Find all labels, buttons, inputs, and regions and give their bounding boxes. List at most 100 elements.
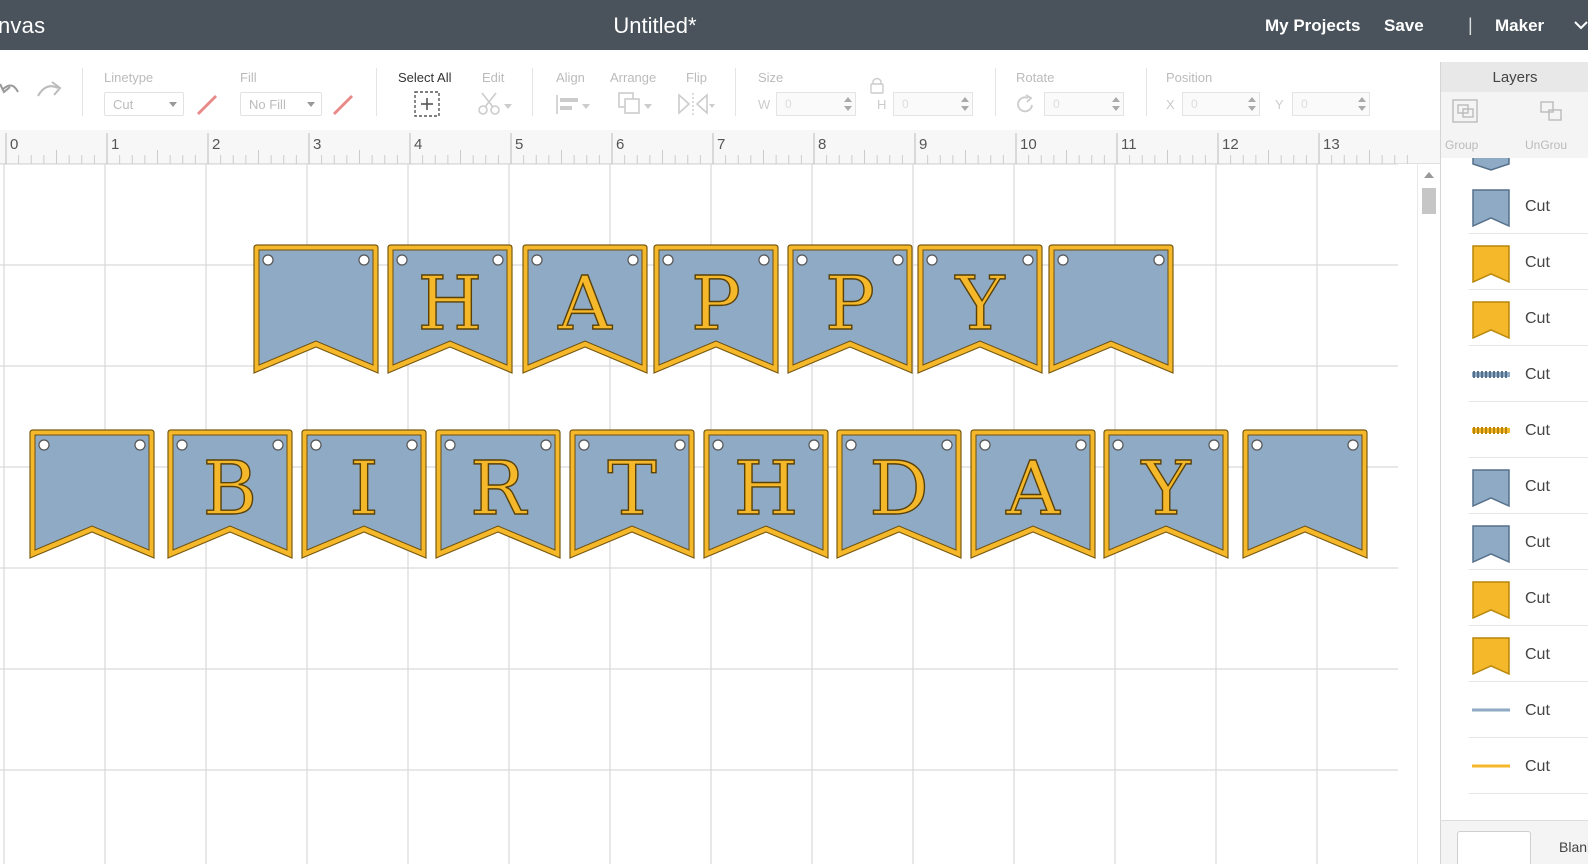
rotate-input[interactable]: 0 <box>1044 92 1124 116</box>
stepper-icon[interactable] <box>844 96 852 112</box>
fill-label: Fill <box>240 70 257 85</box>
blue-dots-thumb <box>1472 371 1510 378</box>
layer-row[interactable]: Cut <box>1469 290 1588 346</box>
banner-pennant[interactable] <box>1048 244 1174 374</box>
canvas-drawing[interactable]: H A P P YB I R T H D A Y <box>0 164 1420 864</box>
layer-row[interactable]: Cut <box>1469 458 1588 514</box>
banner-pennant[interactable]: I <box>301 429 427 559</box>
pennant-hole <box>808 439 820 451</box>
pennant-hole <box>796 254 808 266</box>
fill-color-swatch[interactable] <box>330 92 356 118</box>
scroll-thumb[interactable] <box>1422 188 1436 214</box>
ungroup-button[interactable]: UnGrou <box>1525 138 1567 152</box>
pennant-hole <box>758 254 770 266</box>
banner-pennant[interactable] <box>1242 429 1368 559</box>
banner-pennant[interactable]: B <box>167 429 293 559</box>
layer-row[interactable]: Cut <box>1469 682 1588 738</box>
edit-toolbar: Linetype Cut Fill No Fill Select All Edi… <box>0 50 1440 130</box>
group-icon[interactable] <box>1451 98 1479 124</box>
ruler-number: 1 <box>111 136 119 153</box>
chevron-down-icon[interactable] <box>1574 18 1588 32</box>
fill-dropdown[interactable]: No Fill <box>240 92 322 116</box>
stepper-icon[interactable] <box>1358 96 1366 112</box>
select-all-icon[interactable] <box>413 90 441 118</box>
banner-pennant[interactable]: A <box>522 244 648 374</box>
dropdown-arrow-icon <box>307 102 315 107</box>
ruler-ticks: 0 1 2 3 4 5 6 7 8 9 10 11 12 13 <box>5 133 1408 164</box>
my-projects-button[interactable]: My Projects <box>1265 16 1360 36</box>
design-canvas[interactable]: HAPPYBIRTHDAY <box>0 164 1420 864</box>
ungroup-icon[interactable] <box>1537 98 1565 124</box>
ruler-number: 5 <box>515 136 523 153</box>
arrange-label: Arrange <box>610 70 657 85</box>
horizontal-ruler: 0 1 2 3 4 5 6 7 8 9 10 11 12 13 <box>0 130 1440 164</box>
group-button[interactable]: Group <box>1445 138 1478 152</box>
edit-scissors-icon[interactable] <box>476 90 514 118</box>
linetype-value: Cut <box>113 97 134 112</box>
banner-pennant[interactable]: P <box>653 244 779 374</box>
rotate-icon <box>1017 94 1033 113</box>
lock-icon[interactable] <box>869 76 885 94</box>
banner-pennant[interactable] <box>253 244 379 374</box>
align-icon[interactable] <box>554 92 592 118</box>
x-position-input[interactable]: 0 <box>1182 92 1260 116</box>
pennant-hole <box>531 254 543 266</box>
ruler-number: 12 <box>1222 136 1239 153</box>
arrange-icon[interactable] <box>616 90 654 118</box>
banner-pennant[interactable]: Y <box>1103 429 1229 559</box>
banner-pennant[interactable]: R <box>435 429 561 559</box>
scroll-up-icon[interactable] <box>1424 172 1434 178</box>
pennant-letter: A <box>1005 446 1061 532</box>
layer-operation: Cut <box>1525 478 1550 495</box>
banner-pennant[interactable]: H <box>703 429 829 559</box>
pennant-hole <box>979 439 991 451</box>
x-position-value: 0 <box>1191 97 1198 111</box>
layer-row[interactable]: Cut <box>1469 738 1588 794</box>
layer-operation: Cut <box>1525 254 1550 271</box>
stepper-icon[interactable] <box>1248 96 1256 112</box>
rotate-value: 0 <box>1053 97 1060 111</box>
banner-pennant[interactable]: T <box>569 429 695 559</box>
ruler-number: 13 <box>1323 136 1340 153</box>
stepper-icon[interactable] <box>1112 96 1120 112</box>
redo-icon[interactable] <box>34 78 64 104</box>
layer-row[interactable]: Cut <box>1469 570 1588 626</box>
layer-row[interactable]: Cut <box>1469 626 1588 682</box>
pennant-hole <box>444 439 456 451</box>
ruler-number: 9 <box>919 136 927 153</box>
layer-row[interactable]: Cut <box>1469 402 1588 458</box>
machine-selector[interactable]: Maker <box>1495 16 1544 36</box>
layer-row[interactable]: Cut <box>1469 234 1588 290</box>
vertical-scrollbar[interactable] <box>1418 164 1440 864</box>
banner-pennant[interactable]: H <box>387 244 513 374</box>
blue-pennant-thumb <box>1472 189 1510 228</box>
height-input[interactable]: 0 <box>893 92 973 116</box>
banner-pennant[interactable]: A <box>970 429 1096 559</box>
banner-pennant[interactable]: P <box>787 244 913 374</box>
linetype-color-swatch[interactable] <box>194 92 220 118</box>
flip-icon[interactable] <box>676 90 718 118</box>
undo-icon[interactable] <box>0 78 22 104</box>
linetype-dropdown[interactable]: Cut <box>104 92 184 116</box>
select-all-label: Select All <box>398 70 452 85</box>
layer-row[interactable]: Cut <box>1469 346 1588 402</box>
pennant-hole <box>176 439 188 451</box>
gold-pennant-thumb <box>1472 581 1510 620</box>
banner-pennant[interactable] <box>29 429 155 559</box>
pennant-body <box>1053 249 1169 366</box>
save-button[interactable]: Save <box>1384 16 1424 36</box>
blank-canvas-swatch[interactable] <box>1457 831 1531 864</box>
top-bar: nvas Untitled* My Projects Save | Maker <box>0 0 1588 50</box>
pennant-hole <box>941 439 953 451</box>
width-input[interactable]: 0 <box>776 92 856 116</box>
layer-operation: Cut <box>1525 422 1550 439</box>
banner-pennant[interactable]: Y <box>917 244 1043 374</box>
layer-row[interactable]: Cut <box>1469 178 1588 234</box>
layer-row[interactable]: Cut <box>1469 514 1588 570</box>
banner-pennant[interactable]: D <box>836 429 962 559</box>
pennant-hole <box>892 254 904 266</box>
stepper-icon[interactable] <box>961 96 969 112</box>
rotate-label: Rotate <box>1016 70 1055 85</box>
pennant-hole <box>406 439 418 451</box>
y-position-input[interactable]: 0 <box>1292 92 1370 116</box>
